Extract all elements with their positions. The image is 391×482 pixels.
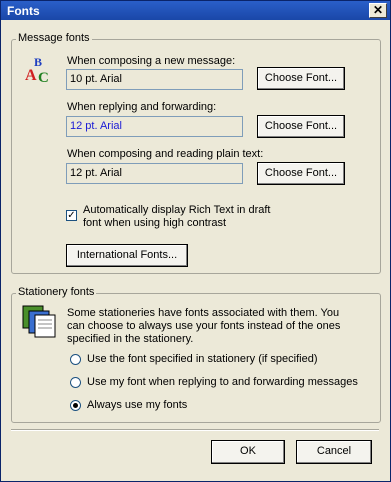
stationery-desc-2: can choose to always use your fonts inst… bbox=[67, 320, 341, 332]
ok-button[interactable]: OK bbox=[211, 440, 285, 464]
window-title: Fonts bbox=[7, 4, 40, 18]
fonts-dialog: Fonts ✕ Message fonts B A C When composi… bbox=[0, 0, 391, 482]
stationery-fonts-legend: Stationery fonts bbox=[16, 286, 97, 298]
stationery-icon bbox=[22, 305, 56, 338]
plain-text-label: When composing and reading plain text: bbox=[67, 148, 264, 160]
choose-font-reply-button[interactable]: Choose Font... bbox=[257, 115, 345, 138]
new-message-label: When composing a new message: bbox=[67, 55, 236, 67]
cancel-button[interactable]: Cancel bbox=[296, 440, 372, 464]
new-message-font-field: 10 pt. Arial bbox=[66, 69, 243, 90]
font-icon: B A C bbox=[25, 55, 49, 85]
close-button[interactable]: ✕ bbox=[369, 3, 387, 18]
plain-text-font-field: 12 pt. Arial bbox=[66, 163, 243, 184]
radio-my-font-reply-label: Use my font when replying to and forward… bbox=[87, 376, 358, 388]
radio-use-stationery-font-label: Use the font specified in stationery (if… bbox=[87, 353, 318, 365]
radio-my-font-reply[interactable] bbox=[70, 377, 81, 388]
reply-forward-font-field: 12 pt. Arial bbox=[66, 116, 243, 137]
radio-use-stationery-font[interactable] bbox=[70, 354, 81, 365]
stationery-desc-3: specified in the stationery. bbox=[67, 333, 194, 345]
choose-font-plain-button[interactable]: Choose Font... bbox=[257, 162, 345, 185]
title-bar[interactable]: Fonts ✕ bbox=[1, 1, 390, 20]
rich-text-checkbox[interactable]: ✓ bbox=[66, 210, 77, 221]
svg-text:C: C bbox=[38, 70, 49, 85]
international-fonts-button[interactable]: International Fonts... bbox=[66, 244, 188, 267]
rich-text-label-1: Automatically display Rich Text in draft bbox=[83, 204, 271, 216]
radio-always-my-fonts[interactable] bbox=[70, 400, 81, 411]
rich-text-label-2: font when using high contrast bbox=[83, 217, 227, 229]
message-fonts-legend: Message fonts bbox=[16, 32, 92, 44]
radio-always-my-fonts-label: Always use my fonts bbox=[87, 399, 188, 411]
footer-separator bbox=[11, 429, 379, 431]
radio-selected-dot bbox=[73, 403, 78, 408]
choose-font-new-button[interactable]: Choose Font... bbox=[257, 67, 345, 90]
svg-text:A: A bbox=[25, 67, 37, 84]
reply-forward-label: When replying and forwarding: bbox=[67, 101, 217, 113]
stationery-desc-1: Some stationeries have fonts associated … bbox=[67, 307, 340, 319]
